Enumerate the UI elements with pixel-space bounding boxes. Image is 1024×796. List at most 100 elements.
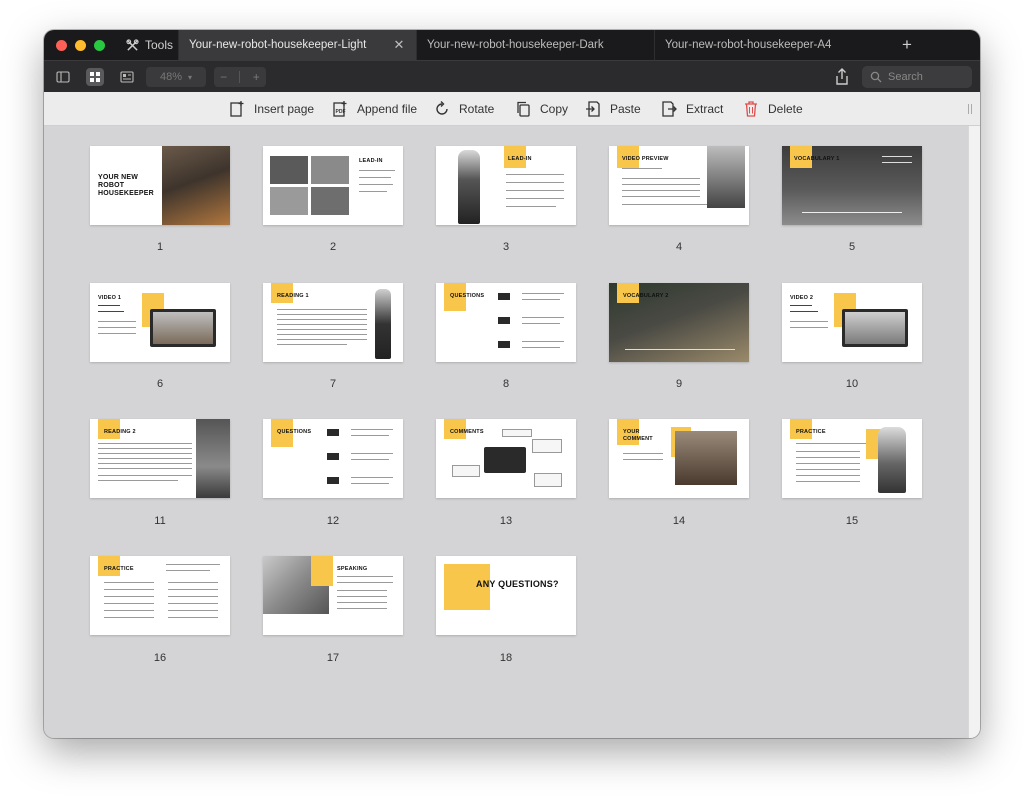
- text-line: [351, 435, 389, 437]
- text-line: [277, 334, 367, 336]
- text-line: [790, 321, 828, 323]
- copy-label: Copy: [540, 102, 569, 116]
- zoom-window-button[interactable]: [94, 40, 105, 51]
- copy-icon: [517, 101, 530, 117]
- page-toolbar: Insert page PDF Append file Rotate Copy …: [44, 92, 980, 126]
- text-line: [796, 475, 860, 477]
- page-thumbnail-3[interactable]: LEAD-IN: [436, 146, 576, 225]
- page-thumbnail-9[interactable]: VOCABULARY 2: [609, 283, 749, 362]
- page-grid: YOUR NEW ROBOT HOUSEKEEPER 1 LEAD-IN 2 L…: [44, 126, 980, 738]
- page-photo: [270, 156, 308, 184]
- page-title: VOCABULARY 2: [623, 293, 669, 299]
- zoom-out-button[interactable]: −: [220, 70, 227, 84]
- rotate-icon: [436, 101, 448, 115]
- page-number: 11: [154, 515, 166, 527]
- page-thumbnail-10[interactable]: VIDEO 2: [782, 283, 922, 362]
- app-window: Tools Your-new-robot-housekeeper-Light ✕…: [44, 30, 980, 738]
- view-bar: 48% ▾ − + Search: [44, 60, 980, 92]
- text-line: [796, 451, 860, 453]
- tab-dark[interactable]: Your-new-robot-housekeeper-Dark: [416, 30, 654, 60]
- page-thumbnail-17[interactable]: SPEAKING: [263, 556, 403, 635]
- answer-box: [327, 453, 339, 460]
- text-line: [104, 603, 154, 605]
- append-pdf-icon: PDF: [333, 101, 347, 117]
- page-thumbnail-11[interactable]: READING 2: [90, 419, 230, 498]
- robot-figure: [878, 427, 906, 493]
- new-tab-button[interactable]: +: [896, 30, 918, 60]
- page-number: 12: [326, 515, 340, 527]
- page-thumbnail-18[interactable]: ANY QUESTIONS?: [436, 556, 576, 635]
- chevron-down-icon: ▾: [188, 72, 193, 82]
- rotate-label: Rotate: [459, 102, 495, 116]
- page-thumbnail-13[interactable]: COMMENTS: [436, 419, 576, 498]
- text-line: [337, 608, 387, 610]
- text-line: [359, 184, 393, 186]
- page-thumbnail-8[interactable]: QUESTIONS: [436, 283, 576, 362]
- page-thumbnail-12[interactable]: QUESTIONS: [263, 419, 403, 498]
- grid-view-button[interactable]: [86, 68, 104, 86]
- text-line: [790, 311, 818, 313]
- zoom-in-button[interactable]: +: [253, 70, 260, 84]
- copy-button[interactable]: Copy: [514, 92, 568, 126]
- search-field[interactable]: Search: [862, 66, 972, 88]
- delete-button[interactable]: Delete: [742, 92, 803, 126]
- close-window-button[interactable]: [56, 40, 67, 51]
- text-line: [277, 344, 347, 346]
- page-layout-icon: [120, 71, 134, 83]
- page-thumbnail-16[interactable]: PRACTICE: [90, 556, 230, 635]
- rotate-button[interactable]: Rotate: [433, 92, 494, 126]
- tab-label: Your-new-robot-housekeeper-Dark: [427, 39, 604, 51]
- page-thumbnail-14[interactable]: YOUR COMMENT: [609, 419, 749, 498]
- page-title: VIDEO PREVIEW: [622, 156, 669, 162]
- extract-button[interactable]: Extract: [660, 92, 723, 126]
- toolbar-grip-handle[interactable]: [968, 104, 972, 114]
- text-line: [168, 582, 218, 584]
- page-title: SPEAKING: [337, 566, 368, 572]
- comment-bubble: [452, 465, 480, 477]
- page-thumbnail-4[interactable]: VIDEO PREVIEW: [609, 146, 749, 225]
- tools-button[interactable]: Tools: [126, 30, 173, 60]
- page-number: 5: [848, 241, 856, 253]
- text-line: [622, 184, 700, 186]
- page-photo: [707, 146, 745, 208]
- tools-icon: [126, 38, 139, 51]
- zoom-value: 48%: [160, 71, 183, 83]
- page-thumbnail-7[interactable]: READING 1: [263, 283, 403, 362]
- zoom-select[interactable]: 48% ▾: [146, 67, 206, 87]
- append-file-button[interactable]: PDF Append file: [331, 92, 417, 126]
- page-number: 9: [675, 378, 683, 390]
- text-line: [337, 582, 393, 584]
- text-line: [104, 610, 154, 612]
- page-thumbnail-6[interactable]: VIDEO 1: [90, 283, 230, 362]
- sidebar-toggle-button[interactable]: [54, 68, 72, 86]
- answer-box: [327, 429, 339, 436]
- page-thumbnail-2[interactable]: LEAD-IN: [263, 146, 403, 225]
- close-tab-icon[interactable]: ✕: [392, 38, 406, 52]
- page-thumbnail-5[interactable]: VOCABULARY 1: [782, 146, 922, 225]
- vertical-scrollbar[interactable]: [968, 126, 980, 738]
- append-file-label: Append file: [357, 102, 418, 116]
- text-line: [168, 603, 218, 605]
- page-view-button[interactable]: [118, 68, 136, 86]
- text-line: [351, 483, 389, 485]
- page-title: QUESTIONS: [277, 429, 312, 435]
- text-line: [796, 463, 860, 465]
- paste-button[interactable]: Paste: [584, 92, 641, 126]
- tab-a4[interactable]: Your-new-robot-housekeeper-A4: [654, 30, 892, 60]
- page-thumbnail-1[interactable]: YOUR NEW ROBOT HOUSEKEEPER: [90, 146, 230, 225]
- page-title: QUESTIONS: [450, 293, 485, 299]
- robot-figure: [458, 150, 480, 224]
- page-number: 16: [153, 652, 167, 664]
- text-line: [98, 327, 136, 329]
- share-icon[interactable]: [834, 68, 850, 86]
- text-line: [796, 443, 866, 445]
- text-line: [522, 293, 564, 295]
- page-thumbnail-15[interactable]: PRACTICE: [782, 419, 922, 498]
- page-photo: [196, 419, 230, 498]
- insert-page-icon: [230, 101, 244, 117]
- insert-page-button[interactable]: Insert page: [228, 92, 314, 126]
- tab-light[interactable]: Your-new-robot-housekeeper-Light ✕: [178, 30, 416, 60]
- minimize-window-button[interactable]: [75, 40, 86, 51]
- page-title: PRACTICE: [104, 566, 134, 572]
- text-line: [98, 475, 192, 477]
